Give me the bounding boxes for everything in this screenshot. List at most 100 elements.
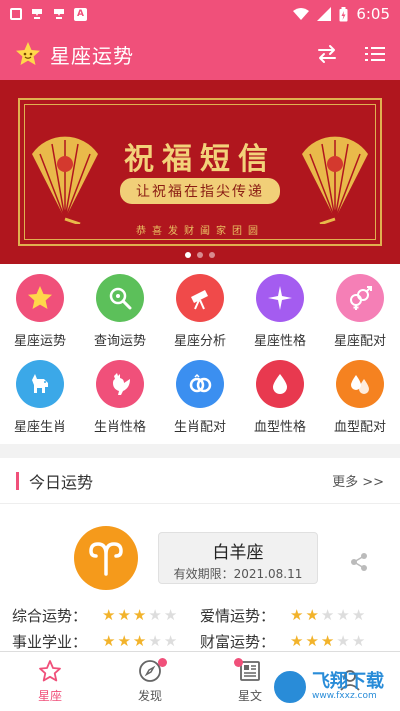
grid-item-label: 星座分析: [173, 334, 226, 349]
star-rating: ★ ★ ★ ★ ★: [290, 631, 366, 650]
watermark-url: www.fxxz.com: [312, 691, 377, 701]
star-filled-icon: ★: [132, 605, 147, 624]
wifi-icon: [293, 8, 310, 20]
star-logo-icon: [16, 42, 40, 65]
gender-pair-icon: [336, 274, 384, 322]
section-title: 今日运势: [29, 472, 94, 492]
star-empty-icon: ★: [351, 631, 366, 650]
today-fortune-section: 今日运势 更多 >> 白羊座 有效期限：2021.08.11 综合运势： ★ ★ ★…: [0, 458, 400, 654]
switch-icon[interactable]: [316, 43, 338, 65]
rating-label: 财富运势：: [200, 632, 276, 651]
magnifier-icon: [96, 274, 144, 322]
star-empty-icon: ★: [320, 605, 335, 624]
aries-icon[interactable]: [74, 526, 138, 590]
battery-icon: [339, 6, 348, 21]
sign-row: 白羊座 有效期限：2021.08.11: [0, 504, 400, 602]
rating-row: 综合运势： ★ ★ ★ ★ ★ 爱情运势： ★ ★ ★ ★ ★: [0, 602, 400, 628]
more-link[interactable]: 更多 >>: [332, 471, 384, 490]
app-notification-icon: [32, 9, 42, 19]
share-icon[interactable]: [350, 552, 368, 572]
rooster-icon: [96, 360, 144, 408]
star-empty-icon: ★: [163, 605, 178, 624]
star-filled-icon: ★: [117, 631, 131, 650]
star-rating: ★ ★ ★ ★ ★: [102, 631, 178, 650]
app-title: 星座运势: [50, 43, 134, 68]
star-filled-icon: ★: [290, 631, 304, 650]
grid-item-blood-personality[interactable]: 血型性格: [240, 360, 320, 440]
dog-icon: [16, 360, 64, 408]
watermark-logo-icon: [272, 669, 308, 705]
grid-item-label: 生肖配对: [173, 420, 226, 435]
carousel-dot[interactable]: [209, 252, 215, 258]
app-notification-icon: [54, 9, 64, 19]
rating-overall: 综合运势： ★ ★ ★ ★ ★: [12, 605, 200, 626]
carousel-dot[interactable]: [185, 252, 191, 258]
star-filled-icon: ★: [305, 605, 319, 624]
banner-title: 祝福短信: [124, 142, 276, 177]
section-accent-bar: [16, 471, 19, 490]
nav-label: 星文: [237, 689, 262, 703]
notification-box-icon: [10, 8, 22, 20]
star-rating: ★ ★ ★ ★ ★: [290, 605, 366, 624]
sparkle-icon: [256, 274, 304, 322]
grid-item-constellation-fortune[interactable]: 星座运势: [0, 274, 80, 354]
sign-validity: 有效期限：2021.08.11: [173, 567, 303, 581]
grid-item-label: 查询运势: [93, 334, 146, 349]
menu-list-icon[interactable]: [364, 43, 386, 65]
sign-name: 白羊座: [212, 543, 264, 563]
grid-item-query-fortune[interactable]: 查询运势: [80, 274, 160, 354]
bottom-nav: 星座 发现 星文 飞翔下载 www.fxxz.com: [0, 651, 400, 711]
nav-label: 星座: [37, 689, 62, 703]
double-drop-icon: [336, 360, 384, 408]
app-bar: 星座运势: [0, 28, 400, 80]
star-filled-icon: ★: [305, 631, 319, 650]
banner-subtitle: 让祝福在指尖传递: [120, 178, 280, 204]
grid-item-constellation-personality[interactable]: 星座性格: [240, 274, 320, 354]
star-filled-icon: ★: [132, 631, 147, 650]
star-rating: ★ ★ ★ ★ ★: [102, 605, 178, 624]
grid-item-label: 血型性格: [253, 420, 306, 435]
grid-item-constellation-pairing[interactable]: 星座配对: [320, 274, 400, 354]
star-filled-icon: ★: [102, 631, 116, 650]
grid-item-label: 星座生肖: [13, 420, 66, 435]
star-empty-icon: ★: [148, 605, 162, 624]
app-root: A 6:05 星座运势 祝福短信 让祝福在指尖传递 恭喜发财阖家团圆 星座运势 …: [0, 0, 400, 711]
rating-label: 事业学业：: [12, 632, 88, 651]
star-filled-icon: ★: [102, 605, 116, 624]
star-filled-icon: ★: [117, 605, 131, 624]
star-icon: [16, 274, 64, 322]
grid-item-zodiac-personality[interactable]: 生肖性格: [80, 360, 160, 440]
star-empty-icon: ★: [351, 605, 366, 624]
status-bar-left: A: [10, 7, 87, 21]
grid-item-label: 生肖性格: [93, 420, 146, 435]
nav-item-discover[interactable]: 发现: [100, 652, 200, 711]
rings-icon: [176, 360, 224, 408]
watermark-text-block: 飞翔下载 www.fxxz.com: [312, 671, 384, 702]
watermark-text: 飞翔下载: [312, 671, 384, 692]
grid-item-label: 星座性格: [253, 334, 306, 349]
rating-career: 事业学业： ★ ★ ★ ★ ★: [12, 631, 200, 652]
carousel-dot[interactable]: [197, 252, 203, 258]
section-header: 今日运势 更多 >>: [0, 458, 400, 504]
rating-label: 爱情运势：: [200, 606, 276, 625]
status-time: 6:05: [356, 5, 390, 23]
star-filled-icon: ★: [320, 631, 335, 650]
nav-item-constellation[interactable]: 星座: [0, 652, 100, 711]
banner-carousel[interactable]: 祝福短信 让祝福在指尖传递 恭喜发财阖家团圆: [0, 80, 400, 264]
grid-item-zodiac-pairing[interactable]: 生肖配对: [160, 360, 240, 440]
grid-item-blood-pairing[interactable]: 血型配对: [320, 360, 400, 440]
rating-label: 综合运势：: [12, 606, 88, 625]
a-notification-icon: A: [74, 7, 87, 21]
telescope-icon: [176, 274, 224, 322]
star-filled-icon: ★: [290, 605, 304, 624]
grid-item-constellation-zodiac[interactable]: 星座生肖: [0, 360, 80, 440]
banner-footer: 恭喜发财阖家团圆: [136, 226, 264, 237]
grid-item-constellation-analysis[interactable]: 星座分析: [160, 274, 240, 354]
rating-wealth: 财富运势： ★ ★ ★ ★ ★: [200, 631, 388, 652]
star-empty-icon: ★: [163, 631, 178, 650]
watermark: 飞翔下载 www.fxxz.com: [272, 667, 392, 707]
sign-card[interactable]: 白羊座 有效期限：2021.08.11: [158, 532, 318, 584]
app-bar-actions: [316, 43, 386, 65]
signal-icon: [317, 7, 332, 21]
grid-item-label: 血型配对: [333, 420, 386, 435]
